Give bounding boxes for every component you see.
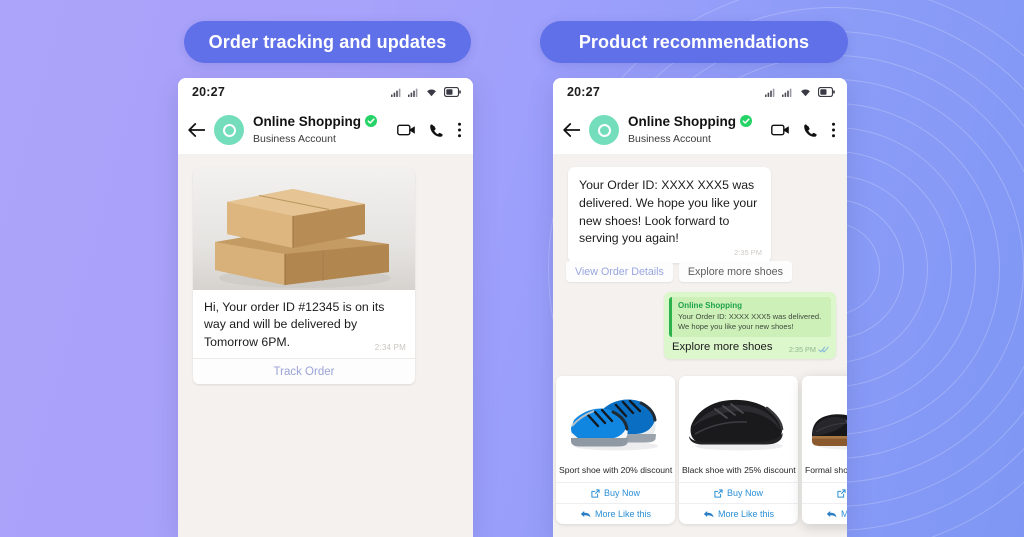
reply-arrow-icon [580, 510, 591, 518]
status-bar: 20:27 [553, 78, 847, 106]
buy-now-label: Buy Now [603, 488, 640, 499]
quick-reply-explore-more-shoes[interactable]: Explore more shoes [678, 261, 792, 282]
avatar[interactable] [589, 115, 619, 145]
quoted-author: Online Shopping [678, 301, 742, 310]
more-like-this-button[interactable]: More Like this [556, 503, 675, 524]
signal-icon [391, 88, 402, 97]
contact-name: Online Shopping [253, 113, 361, 129]
video-call-icon[interactable] [771, 123, 790, 137]
buy-now-button[interactable]: Buy Now [679, 482, 798, 503]
product-card[interactable]: Sport shoe with 20% discount Buy Now Mor… [556, 376, 675, 525]
phone-mockup-order-tracking: 20:27 Online Shopping Business Account H… [178, 78, 473, 537]
external-link-icon [714, 489, 723, 498]
more-options-icon[interactable] [831, 122, 836, 138]
incoming-message-bubble: Your Order ID: XXXX XXX5 was delivered. … [568, 167, 771, 264]
chat-header: Online Shopping Business Account [553, 106, 847, 154]
voice-call-icon[interactable] [429, 123, 444, 138]
product-title: Black shoe with 25% discount [682, 465, 796, 475]
reply-arrow-icon [826, 510, 837, 518]
status-bar: 20:27 [178, 78, 473, 106]
external-link-icon [591, 489, 600, 498]
outgoing-message-text: Explore more shoes [672, 341, 773, 354]
product-image-sport-shoe [556, 376, 675, 459]
more-like-this-label: More Like this [717, 509, 775, 520]
outgoing-message-text-row: Explore more shoes 2:35 PM [669, 337, 831, 355]
chat-header: Online Shopping Business Account [178, 106, 473, 154]
order-message-text: Hi, Your order ID #12345 is on its way a… [193, 290, 415, 358]
product-image-black-shoe [679, 376, 798, 459]
signal-icon [408, 88, 419, 97]
more-like-this-label: More Like this [594, 509, 652, 520]
voice-call-icon[interactable] [803, 123, 818, 138]
verified-badge-icon [365, 115, 377, 127]
more-like-this-button[interactable]: More Like this [802, 503, 847, 524]
quoted-text: Your Order ID: XXXX XXX5 was delivered. … [678, 311, 822, 331]
product-carousel[interactable]: Sport shoe with 20% discount Buy Now Mor… [556, 376, 847, 525]
verified-badge-icon [740, 115, 752, 127]
buy-now-button[interactable]: Buy Now [802, 482, 847, 503]
wifi-icon [425, 87, 438, 97]
order-tracking-message-card: Hi, Your order ID #12345 is on its way a… [193, 168, 415, 385]
avatar[interactable] [214, 115, 244, 145]
quick-reply-view-order-details[interactable]: View Order Details [566, 261, 673, 282]
quick-reply-label: Explore more shoes [687, 265, 783, 278]
more-like-this-label: More Like this [840, 509, 847, 520]
video-call-icon[interactable] [397, 123, 416, 137]
wifi-icon [799, 87, 812, 97]
section-label-product-recommendations: Product recommendations [540, 21, 848, 63]
section-label-order-tracking: Order tracking and updates [184, 21, 471, 63]
message-timestamp: 2:34 PM [374, 343, 406, 352]
contact-subtitle: Business Account [253, 132, 336, 145]
outgoing-message-bubble: Online Shopping Your Order ID: XXXX XXX5… [664, 292, 836, 360]
status-bar-clock: 20:27 [567, 85, 600, 99]
promo-banner-canvas: Order tracking and updates Product recom… [0, 0, 1024, 537]
incoming-message-text: Your Order ID: XXXX XXX5 was delivered. … [579, 178, 758, 246]
track-order-button[interactable]: Track Order [193, 358, 415, 385]
product-title: Formal shoe with 20% discount [805, 465, 847, 475]
battery-icon [818, 87, 835, 97]
product-card[interactable]: Black shoe with 25% discount Buy Now Mor… [679, 376, 798, 525]
double-check-icon [818, 346, 829, 353]
product-card[interactable]: Formal shoe with 20% discount Buy Now Mo… [802, 376, 847, 525]
contact-name: Online Shopping [628, 113, 736, 129]
chat-message-area: Your Order ID: XXXX XXX5 was delivered. … [553, 154, 847, 537]
signal-icon [765, 88, 776, 97]
buy-now-button[interactable]: Buy Now [556, 482, 675, 503]
track-order-label: Track Order [273, 365, 335, 378]
chat-message-area: Hi, Your order ID #12345 is on its way a… [178, 154, 473, 537]
back-arrow-icon[interactable] [563, 123, 580, 137]
buy-now-label: Buy Now [726, 488, 763, 499]
product-title: Sport shoe with 20% discount [559, 465, 673, 475]
more-like-this-button[interactable]: More Like this [679, 503, 798, 524]
reply-arrow-icon [703, 510, 714, 518]
status-bar-clock: 20:27 [192, 85, 225, 99]
parcel-boxes-image [193, 168, 415, 290]
quoted-message: Online Shopping Your Order ID: XXXX XXX5… [669, 297, 831, 338]
quick-reply-label: View Order Details [575, 265, 664, 278]
message-timestamp: 2:35 PM [788, 345, 816, 355]
product-image-formal-shoe [802, 376, 847, 459]
battery-icon [444, 87, 461, 97]
message-timestamp: 2:35 PM [734, 248, 762, 258]
signal-icon [782, 88, 793, 97]
more-options-icon[interactable] [457, 122, 462, 138]
section-label-text: Product recommendations [578, 31, 810, 52]
phone-mockup-product-recommendations: 20:27 Online Shopping Business Account Y… [553, 78, 847, 537]
order-message-body: Hi, Your order ID #12345 is on its way a… [204, 300, 385, 349]
quick-reply-row: View Order Details Explore more shoes [566, 261, 792, 282]
back-arrow-icon[interactable] [188, 123, 205, 137]
section-label-text: Order tracking and updates [208, 31, 447, 52]
contact-subtitle: Business Account [628, 132, 711, 145]
external-link-icon [837, 489, 846, 498]
